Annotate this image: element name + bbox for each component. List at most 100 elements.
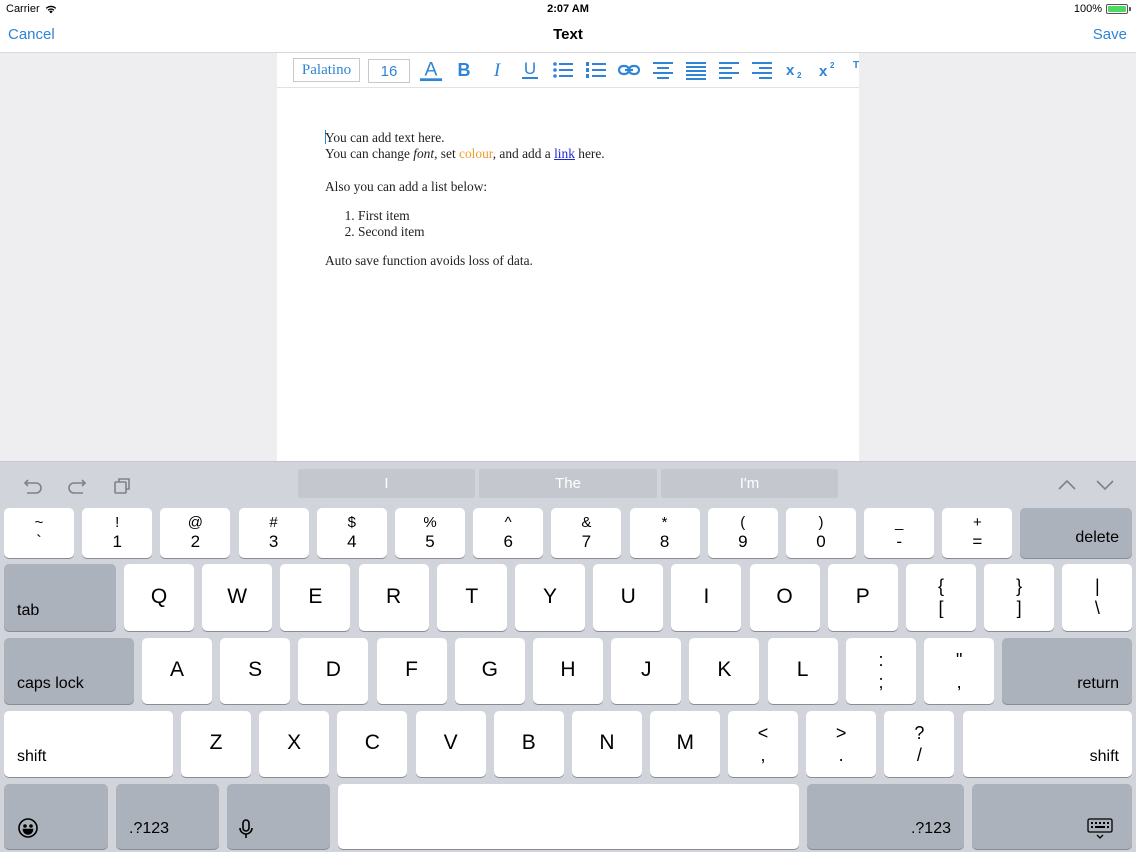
key-s[interactable]: S [220, 638, 291, 704]
suggestion[interactable]: I [298, 469, 475, 498]
space-key[interactable] [338, 784, 799, 849]
suggestion[interactable]: The [479, 469, 657, 498]
key-j[interactable]: J [611, 638, 682, 704]
chevron-down-icon[interactable] [1094, 474, 1116, 496]
key-shift-label: $ [347, 514, 356, 531]
key-p[interactable]: P [827, 564, 898, 631]
delete-key[interactable]: delete [1020, 508, 1132, 558]
align-left-icon[interactable] [717, 58, 741, 82]
emoji-key[interactable] [4, 784, 108, 849]
hide-keyboard-key[interactable] [972, 784, 1132, 849]
tab-key[interactable]: tab [4, 564, 116, 631]
link-icon[interactable] [617, 58, 641, 82]
key-f[interactable]: F [376, 638, 447, 704]
key-y[interactable]: Y [515, 564, 585, 631]
key-symbol[interactable]: ? / [884, 711, 955, 777]
font-family-selector[interactable]: Palatino [293, 58, 360, 82]
key-a[interactable]: A [142, 638, 212, 704]
document-body[interactable]: You can add text here. You can change fo… [325, 130, 605, 269]
subscript-icon[interactable]: x2 [783, 58, 807, 82]
key-symbol[interactable]: <, [728, 711, 798, 777]
key-label: R [386, 585, 402, 608]
italic-icon[interactable]: I [485, 58, 509, 82]
key-w[interactable]: W [202, 564, 273, 631]
key-e[interactable]: E [280, 564, 351, 631]
key-symbol[interactable]: :; [846, 638, 916, 704]
key-c[interactable]: C [337, 711, 408, 777]
key-5[interactable]: % 5 [395, 508, 465, 558]
key-label: 5 [425, 532, 435, 551]
underline-icon[interactable]: U [518, 58, 542, 82]
key-b[interactable]: B [493, 711, 564, 777]
key-10[interactable]: ) 0 [786, 508, 856, 558]
key-x[interactable]: X [259, 711, 330, 777]
key-r[interactable]: R [358, 564, 429, 631]
key-12[interactable]: + = [942, 508, 1013, 558]
key-symbol[interactable]: >. [806, 711, 877, 777]
rich-text-editor[interactable]: Palatino 16 A B I U x 2 x 2 T You can ad… [277, 53, 859, 461]
key-6[interactable]: ^ 6 [473, 508, 544, 558]
key-m[interactable]: M [650, 711, 721, 777]
key-u[interactable]: U [593, 564, 664, 631]
font-size-selector[interactable]: 16 [368, 59, 410, 83]
bold-icon[interactable]: B [452, 58, 476, 82]
key-0[interactable]: ~ ` [4, 508, 74, 558]
key-o[interactable]: O [749, 564, 820, 631]
numbers-key-right[interactable]: .?123 [807, 784, 964, 849]
save-button[interactable]: Save [1093, 26, 1127, 43]
key-symbol[interactable]: | \ [1062, 564, 1133, 631]
key-v[interactable]: V [415, 711, 486, 777]
chevron-up-icon[interactable] [1056, 474, 1078, 496]
key-symbol[interactable]: {[ [906, 564, 976, 631]
return-key[interactable]: return [1002, 638, 1132, 704]
key-l[interactable]: L [767, 638, 838, 704]
paste-icon[interactable] [111, 474, 133, 496]
svg-text:T: T [853, 60, 859, 71]
superscript-icon[interactable]: x2 [816, 58, 840, 82]
doc-link[interactable]: link [554, 146, 575, 161]
key-q[interactable]: Q [124, 564, 194, 631]
key-symbol[interactable]: }] [984, 564, 1055, 631]
key-11[interactable]: _ - [864, 508, 935, 558]
key-9[interactable]: (9 [707, 508, 778, 558]
list-item: First item [358, 208, 605, 224]
bullet-list-icon[interactable] [551, 58, 575, 82]
key-label: delete [1075, 529, 1119, 546]
toolbar-overflow-icon[interactable]: T [847, 58, 859, 82]
redo-icon[interactable] [66, 474, 88, 496]
svg-text:I: I [493, 60, 502, 80]
key-1[interactable]: ! 1 [82, 508, 153, 558]
key-d[interactable]: D [298, 638, 369, 704]
key-3[interactable]: #3 [238, 508, 309, 558]
key-4[interactable]: $4 [316, 508, 387, 558]
key-8[interactable]: * 8 [629, 508, 700, 558]
key-g[interactable]: G [454, 638, 525, 704]
key-t[interactable]: T [436, 564, 507, 631]
suggestion[interactable]: I'm [661, 469, 838, 498]
coloured-text: colour [459, 146, 493, 161]
dictation-key[interactable] [227, 784, 330, 849]
numbers-key-left[interactable]: .?123 [116, 784, 219, 849]
doc-line-1: You can add text here. [325, 130, 445, 145]
battery-indicator: 100% [1074, 3, 1131, 15]
align-center-icon[interactable] [651, 58, 675, 82]
key-7[interactable]: & 7 [551, 508, 622, 558]
caps-lock-key[interactable]: caps lock [4, 638, 134, 704]
key-z[interactable]: Z [181, 711, 251, 777]
key-label: Q [150, 585, 168, 608]
text-color-icon[interactable]: A [419, 58, 443, 82]
align-justify-icon[interactable] [684, 58, 708, 82]
align-right-icon[interactable] [750, 58, 774, 82]
key-n[interactable]: N [572, 711, 642, 777]
key-k[interactable]: K [689, 638, 760, 704]
shift-key-right[interactable]: shift [963, 711, 1132, 777]
key-label: , [760, 745, 766, 765]
key-symbol[interactable]: ", [924, 638, 995, 704]
shift-key-left[interactable]: shift [4, 711, 173, 777]
key-h[interactable]: H [533, 638, 603, 704]
numbered-list-icon[interactable] [584, 58, 608, 82]
key-i[interactable]: I [671, 564, 742, 631]
undo-icon[interactable] [22, 474, 44, 496]
key-shift-label: : [878, 650, 884, 670]
key-2[interactable]: @2 [160, 508, 231, 558]
